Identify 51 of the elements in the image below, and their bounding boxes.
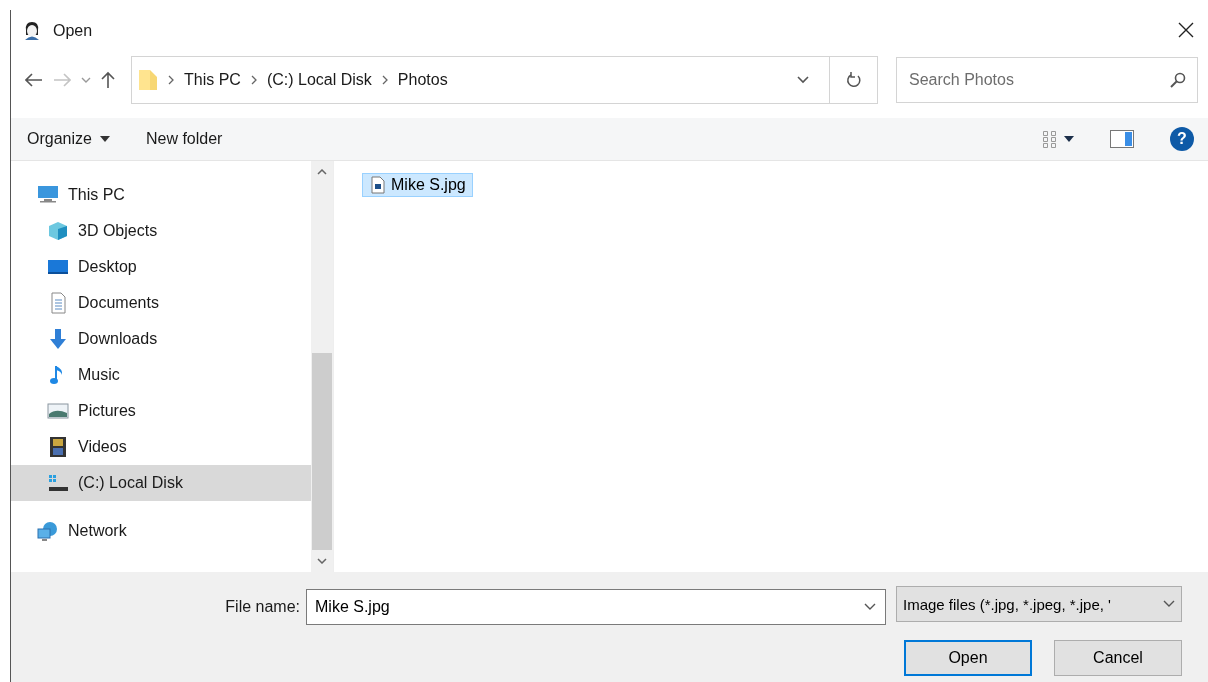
- sidebar-item[interactable]: (C:) Local Disk: [11, 465, 311, 501]
- sidebar-item[interactable]: Pictures: [11, 393, 311, 429]
- file-name-field[interactable]: Mike S.jpg: [306, 589, 886, 625]
- chevron-down-icon[interactable]: [797, 76, 809, 84]
- chevron-down-icon: [1163, 600, 1175, 608]
- recent-dropdown[interactable]: [81, 77, 91, 83]
- search-field[interactable]: Search Photos: [896, 57, 1198, 103]
- scrollbar[interactable]: [311, 161, 333, 572]
- breadcrumb-item[interactable]: Photos: [397, 71, 448, 89]
- scroll-down-icon[interactable]: [317, 558, 327, 564]
- view-options-button[interactable]: [1043, 130, 1074, 148]
- pictures-icon: [47, 400, 69, 422]
- sidebar-item[interactable]: Desktop: [11, 249, 311, 285]
- disk-icon: [47, 472, 69, 494]
- sidebar-item[interactable]: Documents: [11, 285, 311, 321]
- network-icon: [37, 520, 59, 542]
- breadcrumb-item[interactable]: (C:) Local Disk: [266, 71, 372, 89]
- pc-icon: [37, 184, 59, 206]
- sidebar-item[interactable]: Videos: [11, 429, 311, 465]
- sidebar-item[interactable]: Downloads: [11, 321, 311, 357]
- window-title: Open: [53, 22, 94, 40]
- objects-icon: [47, 220, 69, 242]
- sidebar-item[interactable]: This PC: [11, 177, 311, 213]
- help-button[interactable]: ?: [1170, 127, 1194, 151]
- sidebar-item[interactable]: Music: [11, 357, 311, 393]
- file-type-dropdown[interactable]: Image files (*.jpg, *.jpeg, *.jpe, ': [896, 586, 1182, 622]
- scroll-up-icon[interactable]: [317, 169, 327, 175]
- downloads-icon: [47, 328, 69, 350]
- cancel-button[interactable]: Cancel: [1054, 640, 1182, 676]
- file-item[interactable]: Mike S.jpg: [362, 173, 473, 197]
- details-view-icon: [1043, 130, 1056, 148]
- app-icon: [23, 21, 41, 41]
- organize-button[interactable]: Organize: [27, 130, 110, 148]
- caret-icon: [99, 136, 110, 142]
- breadcrumb-item[interactable]: This PC: [184, 71, 241, 89]
- address-bar[interactable]: This PC (C:) Local Disk Photos: [131, 56, 878, 104]
- up-button[interactable]: [101, 71, 115, 89]
- folder-icon: [138, 69, 158, 91]
- preview-pane-button[interactable]: [1110, 130, 1134, 148]
- refresh-icon: [845, 71, 862, 89]
- chevron-down-icon[interactable]: [864, 603, 876, 611]
- back-button[interactable]: [25, 73, 43, 87]
- sidebar-item[interactable]: 3D Objects: [11, 213, 311, 249]
- open-button[interactable]: Open: [904, 640, 1032, 676]
- new-folder-button[interactable]: New folder: [145, 130, 223, 148]
- sidebar-item[interactable]: Network: [11, 513, 311, 549]
- caret-icon: [1064, 136, 1074, 142]
- image-file-icon: [371, 176, 385, 194]
- file-name-label: File name:: [225, 598, 300, 616]
- search-icon: [1170, 72, 1186, 88]
- videos-icon: [47, 436, 69, 458]
